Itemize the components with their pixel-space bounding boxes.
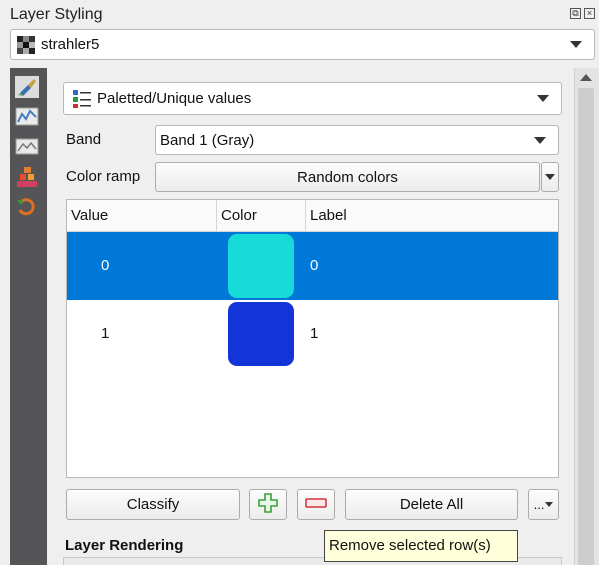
scrollbar-thumb[interactable]: [578, 88, 594, 565]
band-select-value: Band 1 (Gray): [160, 131, 255, 149]
classify-button[interactable]: Classify: [66, 489, 240, 520]
color-swatch[interactable]: [228, 234, 294, 298]
close-icon[interactable]: ×: [584, 8, 595, 19]
band-label: Band: [66, 131, 102, 148]
minus-icon: [305, 496, 327, 513]
table-row[interactable]: 0 0: [67, 232, 558, 300]
column-header-label[interactable]: Label: [306, 200, 558, 232]
paletted-renderer-icon: [72, 89, 92, 109]
chevron-down-icon: [545, 174, 555, 180]
tooltip: Remove selected row(s): [324, 530, 518, 562]
histogram-icon[interactable]: [15, 106, 39, 128]
float-icon[interactable]: ⧉: [570, 8, 581, 19]
style-sidebar: [10, 68, 47, 565]
pyramids-icon[interactable]: [15, 166, 39, 188]
more-options-button[interactable]: ...: [528, 489, 559, 520]
transparency-icon[interactable]: [15, 136, 39, 158]
layer-select[interactable]: strahler5: [10, 29, 595, 60]
color-ramp-button[interactable]: Random colors: [155, 162, 540, 192]
panel-title: Layer Styling: [10, 6, 103, 23]
scroll-up-icon[interactable]: [580, 74, 592, 81]
chevron-down-icon: [570, 41, 582, 48]
add-row-button[interactable]: [249, 489, 287, 520]
column-header-color[interactable]: Color: [217, 200, 306, 232]
table-row[interactable]: 1 1: [67, 300, 558, 368]
column-header-value[interactable]: Value: [67, 200, 217, 232]
row-value[interactable]: 1: [101, 300, 109, 368]
classify-button-label: Classify: [126, 496, 180, 513]
renderer-select-value: Paletted/Unique values: [97, 90, 252, 107]
chevron-down-icon: [545, 502, 554, 507]
row-value[interactable]: 0: [101, 232, 109, 300]
remove-row-button[interactable]: [297, 489, 335, 520]
delete-all-button[interactable]: Delete All: [345, 489, 518, 520]
row-label[interactable]: 0: [310, 232, 318, 300]
color-ramp-dropdown[interactable]: [541, 162, 559, 192]
layer-select-value: strahler5: [41, 36, 100, 53]
chevron-down-icon: [534, 136, 546, 144]
more-options-label: ...: [533, 497, 545, 512]
color-ramp-label: Color ramp: [66, 168, 141, 185]
paintbrush-icon[interactable]: [15, 76, 39, 98]
history-icon[interactable]: [15, 196, 39, 218]
chevron-down-icon: [537, 95, 549, 102]
raster-layer-icon: [17, 35, 35, 54]
band-select[interactable]: Band 1 (Gray): [155, 125, 559, 155]
color-swatch[interactable]: [228, 302, 294, 366]
delete-all-button-label: Delete All: [399, 496, 464, 513]
classes-table[interactable]: Value Color Label 0 0 1 1: [66, 199, 559, 478]
renderer-select[interactable]: Paletted/Unique values: [63, 82, 562, 115]
color-ramp-value: Random colors: [297, 168, 398, 186]
row-label[interactable]: 1: [310, 300, 318, 368]
plus-icon: [258, 492, 278, 517]
layer-rendering-heading[interactable]: Layer Rendering: [65, 537, 183, 554]
